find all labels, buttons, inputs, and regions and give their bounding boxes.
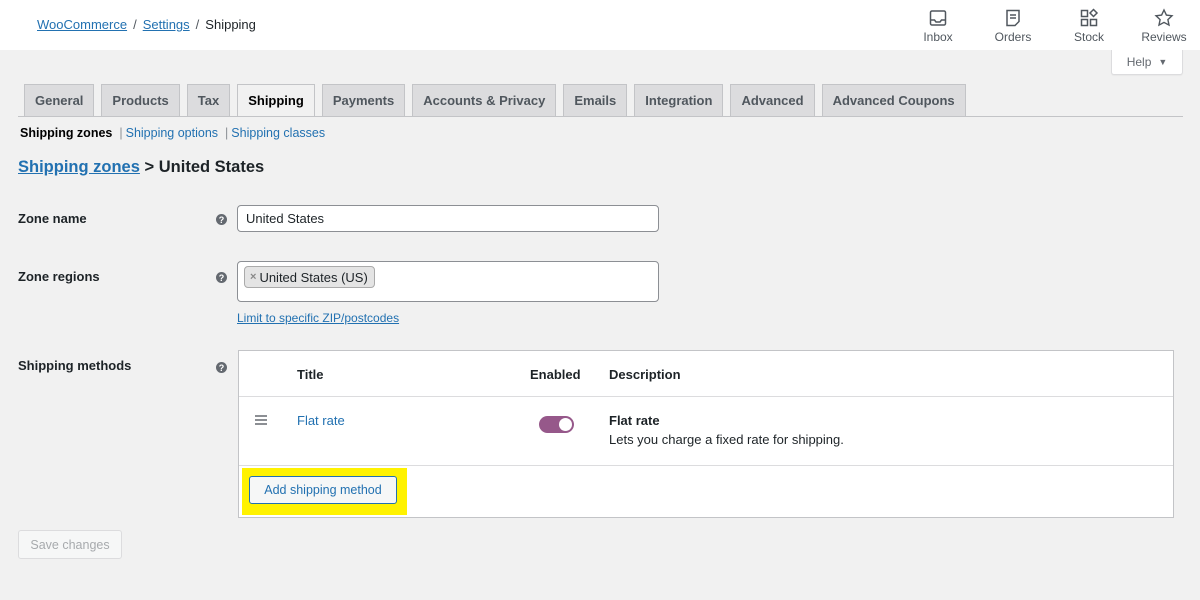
help-button[interactable]: Help ▼ (1111, 50, 1183, 75)
help-label: Help (1126, 55, 1152, 69)
region-chip-label: United States (US) (259, 269, 368, 285)
settings-tabs: General Products Tax Shipping Payments A… (24, 84, 966, 117)
breadcrumb: WooCommerce / Settings / Shipping (37, 17, 256, 32)
subnav-shipping-classes[interactable]: Shipping classes (231, 126, 325, 140)
activity-reviews[interactable]: Reviews (1129, 8, 1199, 44)
add-shipping-method-button[interactable]: Add shipping method (249, 476, 397, 504)
zone-name-label: Zone name (18, 211, 87, 226)
breadcrumb-woocommerce[interactable]: WooCommerce (37, 17, 127, 32)
top-header-bar: WooCommerce / Settings / Shipping Inbox Orde… (0, 0, 1200, 50)
subnav-separator: | (119, 126, 123, 140)
page-title: Shipping zones > United States (18, 158, 264, 177)
activity-reviews-label: Reviews (1141, 30, 1187, 44)
breadcrumb-current: Shipping (205, 17, 256, 32)
inbox-icon (929, 10, 947, 26)
table-row: Flat rate Flat rate Lets you charge a fi… (239, 397, 1173, 466)
heading-shipping-zones-link[interactable]: Shipping zones (18, 158, 140, 176)
caret-down-icon: ▼ (1158, 57, 1168, 67)
breadcrumb-settings[interactable]: Settings (143, 17, 190, 32)
drag-handle-icon[interactable] (255, 415, 267, 427)
star-icon (1154, 8, 1174, 27)
activity-inbox[interactable]: Inbox (903, 8, 973, 44)
orders-icon (1006, 9, 1020, 27)
subnav-separator: | (225, 126, 229, 140)
help-tip-icon[interactable]: ? (216, 362, 227, 373)
tab-integration[interactable]: Integration (634, 84, 724, 116)
stock-icon (1080, 8, 1099, 27)
tab-advanced-coupons[interactable]: Advanced Coupons (821, 84, 966, 116)
tab-shipping[interactable]: Shipping (237, 84, 315, 117)
tab-emails[interactable]: Emails (563, 84, 628, 116)
tab-tax[interactable]: Tax (186, 84, 231, 116)
tab-accounts-privacy[interactable]: Accounts & Privacy (412, 84, 557, 116)
method-title-link[interactable]: Flat rate (297, 413, 345, 428)
breadcrumb-separator: / (133, 17, 137, 32)
activity-orders-label: Orders (994, 30, 1032, 44)
subnav-shipping-zones[interactable]: Shipping zones (20, 126, 112, 140)
tab-payments[interactable]: Payments (321, 84, 406, 116)
column-enabled: Enabled (530, 367, 581, 382)
shipping-methods-label: Shipping methods (18, 358, 132, 373)
activity-orders[interactable]: Orders (978, 8, 1048, 44)
toggle-knob (559, 418, 572, 431)
table-footer: Add shipping method (239, 466, 1173, 518)
method-description-title: Flat rate (609, 413, 660, 428)
zone-regions-select[interactable]: × United States (US) (237, 261, 659, 302)
activity-stock-label: Stock (1073, 30, 1104, 44)
region-chip: × United States (US) (244, 266, 375, 288)
heading-current: United States (158, 158, 265, 176)
zone-regions-label: Zone regions (18, 269, 100, 284)
subnav-shipping-options[interactable]: Shipping options (126, 126, 218, 140)
tabs-divider (18, 116, 1183, 117)
breadcrumb-separator: / (195, 17, 200, 32)
table-header: Title Enabled Description (239, 351, 1173, 397)
save-changes-button[interactable]: Save changes (18, 530, 122, 559)
tab-advanced[interactable]: Advanced (730, 84, 815, 116)
remove-chip-icon[interactable]: × (250, 271, 256, 283)
column-description: Description (609, 367, 681, 382)
tab-general[interactable]: General (24, 84, 95, 116)
help-tip-icon[interactable]: ? (216, 214, 227, 225)
heading-separator: > (144, 158, 155, 176)
shipping-subnav: Shipping zones | Shipping options | Ship… (20, 126, 325, 140)
limit-zip-postcodes-link[interactable]: Limit to specific ZIP/postcodes (237, 311, 399, 325)
shipping-methods-table: Title Enabled Description Flat rate Flat… (238, 350, 1174, 518)
help-tip-icon[interactable]: ? (216, 272, 227, 283)
tab-products[interactable]: Products (101, 84, 180, 116)
column-title: Title (297, 367, 324, 382)
method-description-text: Lets you charge a fixed rate for shippin… (609, 432, 844, 447)
zone-name-input[interactable] (237, 205, 659, 232)
method-enabled-toggle[interactable] (539, 416, 574, 433)
activity-stock[interactable]: Stock (1054, 8, 1124, 44)
activity-inbox-label: Inbox (923, 30, 953, 44)
